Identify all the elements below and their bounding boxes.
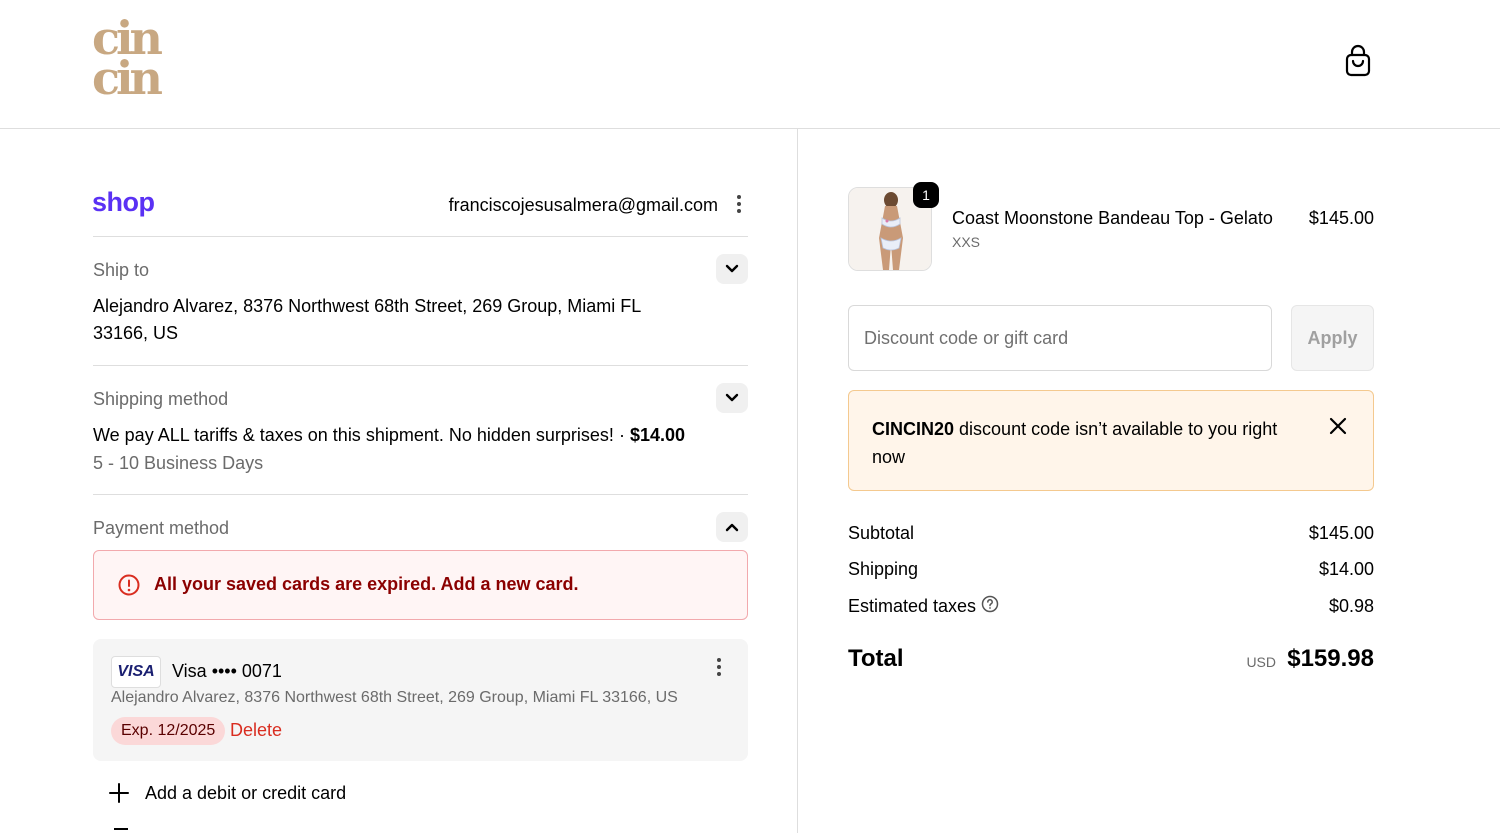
visa-icon: VISA xyxy=(111,656,161,688)
ship-to-address-line-1: Alejandro Alvarez, 8376 Northwest 68th S… xyxy=(93,296,642,316)
discount-code-input[interactable] xyxy=(848,305,1272,371)
store-logo[interactable]: cin cin xyxy=(92,15,170,105)
card-menu-button[interactable] xyxy=(710,656,728,678)
shipping-value: $14.00 xyxy=(1318,559,1374,579)
shipping-delivery-time: 5 - 10 Business Days xyxy=(93,453,264,473)
checkout-form: shop franciscojesusalmera@gmail.com Ship… xyxy=(0,129,798,833)
shop-pay-logo: shop xyxy=(92,187,155,217)
total-value: $159.98 xyxy=(1287,645,1374,672)
divider xyxy=(93,494,748,495)
payment-method-collapse-button[interactable] xyxy=(716,512,748,542)
shipping-method-description: We pay ALL tariffs & taxes on this shipm… xyxy=(93,422,685,449)
error-circle-icon xyxy=(118,574,140,596)
add-card-button[interactable]: Add a debit or credit card xyxy=(107,781,346,805)
chevron-down-icon xyxy=(725,264,739,273)
order-summary: 1 Coast Moonstone Bandeau Top - Gelato X… xyxy=(799,129,1500,833)
shipping-method-label: Shipping method xyxy=(93,389,229,409)
discount-warning-text: CINCIN20 discount code isn’t available t… xyxy=(872,415,1292,471)
account-menu-button[interactable] xyxy=(730,193,748,215)
logo-line-2: cin xyxy=(92,51,163,105)
subtotal-label: Subtotal xyxy=(848,523,915,543)
total-currency: USD xyxy=(1246,654,1276,670)
shipping-method-expand-button[interactable] xyxy=(716,383,748,413)
total-label: Total xyxy=(848,645,904,672)
product-variant: XXS xyxy=(952,234,981,250)
saved-card[interactable]: VISA Visa •••• 0071 Alejandro Alvarez, 8… xyxy=(93,639,748,761)
discount-warning-banner: CINCIN20 discount code isn’t available t… xyxy=(848,390,1374,491)
chevron-down-icon xyxy=(725,393,739,402)
subtotal-value: $145.00 xyxy=(1308,523,1374,543)
card-expiry-badge: Exp. 12/2025 xyxy=(111,717,226,745)
add-card-label: Add a debit or credit card xyxy=(145,782,347,803)
account-email: franciscojesusalmera@gmail.com xyxy=(448,195,718,215)
quantity-badge: 1 xyxy=(913,182,939,208)
shipping-label: Shipping xyxy=(848,559,919,579)
estimated-taxes-label: Estimated taxes xyxy=(848,596,977,616)
plus-icon xyxy=(109,783,129,803)
product-price: $145.00 xyxy=(1308,208,1374,228)
cart-button[interactable] xyxy=(1342,44,1374,78)
divider xyxy=(93,365,748,366)
ship-to-label: Ship to xyxy=(93,260,150,280)
divider xyxy=(93,236,748,237)
kebab-menu-icon xyxy=(717,658,721,676)
header: cin cin xyxy=(0,0,1500,129)
delete-card-link[interactable]: Delete xyxy=(230,720,282,741)
payment-error-banner: All your saved cards are expired. Add a … xyxy=(93,550,748,620)
card-name: Visa •••• 0071 xyxy=(172,661,282,681)
payment-error-text: All your saved cards are expired. Add a … xyxy=(154,574,579,594)
ship-to-expand-button[interactable] xyxy=(716,254,748,284)
shipping-method-text: We pay ALL tariffs & taxes on this shipm… xyxy=(93,425,630,445)
close-icon xyxy=(1329,417,1347,435)
chevron-up-icon xyxy=(725,523,739,532)
ship-to-address-line-2: 33166, US xyxy=(93,323,179,343)
dismiss-warning-button[interactable] xyxy=(1327,415,1349,437)
apply-discount-button[interactable]: Apply xyxy=(1291,305,1374,371)
card-billing-address: Alejandro Alvarez, 8376 Northwest 68th S… xyxy=(111,689,678,706)
shopping-bag-icon xyxy=(1345,44,1371,77)
kebab-menu-icon xyxy=(737,195,741,213)
discount-code: CINCIN20 xyxy=(872,419,955,439)
help-circle-icon[interactable] xyxy=(981,595,999,613)
payment-method-label: Payment method xyxy=(93,518,230,538)
next-option-icon xyxy=(114,828,128,830)
product-name: Coast Moonstone Bandeau Top - Gelato xyxy=(952,208,1273,228)
estimated-taxes-value: $0.98 xyxy=(1328,596,1374,616)
shipping-method-price: $14.00 xyxy=(629,425,685,445)
